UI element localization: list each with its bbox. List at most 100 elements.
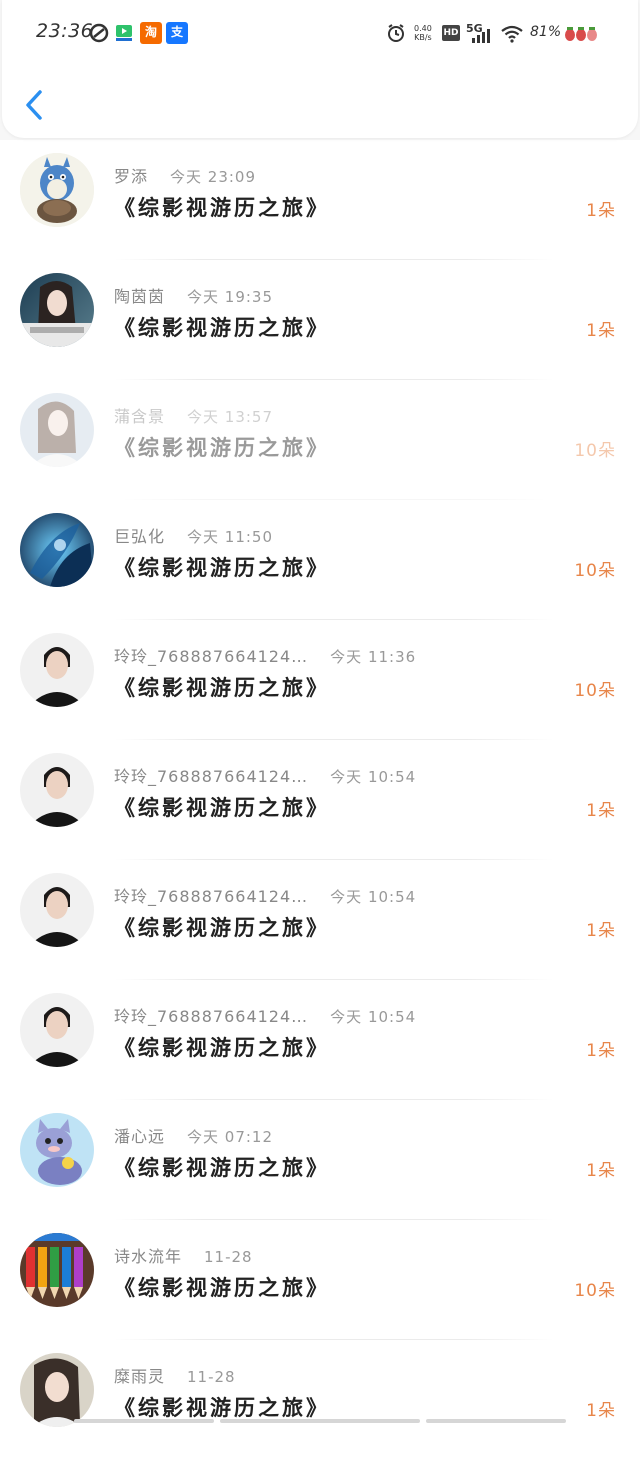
fantasy-avatar-image [20, 513, 94, 587]
record-time: 今天 13:57 [187, 408, 274, 426]
avatar[interactable] [20, 753, 94, 827]
book-title: 《综影视游历之旅》 [114, 1036, 330, 1060]
record-time: 今天 10:54 [330, 1008, 417, 1026]
avatar[interactable] [20, 1353, 94, 1427]
record-meta: 玲玲_768887664124… 今天 10:54 [114, 883, 416, 907]
list-item[interactable]: 玲玲_768887664124… 今天 10:54 《综影视游历之旅》 1朵 [0, 860, 640, 980]
gift-amount: 1朵 [586, 1161, 616, 1181]
book-title: 《综影视游历之旅》 [114, 1396, 330, 1420]
record-meta: 糜雨灵 11-28 [114, 1363, 236, 1387]
gift-amount: 1朵 [586, 1041, 616, 1061]
avatar[interactable] [20, 1113, 94, 1187]
gift-amount: 1朵 [586, 1401, 616, 1421]
avatar[interactable] [20, 873, 94, 947]
book-title: 《综影视游历之旅》 [114, 316, 330, 340]
avatar[interactable] [20, 273, 94, 347]
record-time: 今天 10:54 [330, 888, 417, 906]
alipay-app-icon: 支 [166, 22, 188, 44]
list-item[interactable]: 蒲含景 今天 13:57 《综影视游历之旅》 10朵 [0, 380, 640, 500]
user-name: 玲玲_768887664124… [114, 1007, 309, 1026]
gift-amount: 1朵 [586, 321, 616, 341]
net-speed-unit: KB/s [414, 33, 432, 42]
gift-amount: 1朵 [586, 201, 616, 221]
book-title: 《综影视游历之旅》 [114, 1276, 330, 1300]
portrait-avatar-image [20, 1353, 94, 1427]
alarm-icon [388, 24, 404, 42]
record-meta: 巨弘化 今天 11:50 [114, 523, 273, 547]
list-item[interactable]: 罗添 今天 23:09 《综影视游历之旅》 1朵 [0, 140, 640, 260]
portrait-avatar-image [20, 633, 94, 707]
record-time: 今天 23:09 [170, 168, 257, 186]
avatar[interactable] [20, 393, 94, 467]
hd-badge: HD [442, 25, 460, 41]
list-item[interactable]: 陶茵茵 今天 19:35 《综影视游历之旅》 1朵 [0, 260, 640, 380]
record-meta: 陶茵茵 今天 19:35 [114, 283, 273, 307]
list-item[interactable]: 潘心远 今天 07:12 《综影视游历之旅》 1朵 [0, 1100, 640, 1220]
book-title: 《综影视游历之旅》 [114, 796, 330, 820]
gift-amount: 10朵 [574, 441, 616, 461]
user-name: 玲玲_768887664124… [114, 887, 309, 906]
record-meta: 玲玲_768887664124… 今天 10:54 [114, 1003, 416, 1027]
list-item[interactable]: 玲玲_768887664124… 今天 10:54 《综影视游历之旅》 1朵 [0, 740, 640, 860]
list-item[interactable]: 糜雨灵 11-28 《综影视游历之旅》 1朵 [0, 1340, 640, 1460]
user-name: 罗添 [114, 167, 149, 186]
portrait-avatar-image [20, 753, 94, 827]
user-name: 玲玲_768887664124… [114, 647, 309, 666]
book-title: 《综影视游历之旅》 [114, 676, 330, 700]
record-time: 今天 19:35 [187, 288, 274, 306]
totoro-avatar-image [20, 153, 94, 227]
portrait-avatar-image [20, 993, 94, 1067]
book-title: 《综影视游历之旅》 [114, 556, 330, 580]
list-item[interactable]: 玲玲_768887664124… 今天 10:54 《综影视游历之旅》 1朵 [0, 980, 640, 1100]
gift-amount: 1朵 [586, 801, 616, 821]
portrait-avatar-image [20, 873, 94, 947]
status-bar: 23:36 淘 支 0.40 KB/s HD 5G 81% [0, 0, 640, 64]
record-time: 11-28 [204, 1248, 253, 1266]
avatar[interactable] [20, 633, 94, 707]
user-name: 巨弘化 [114, 527, 166, 546]
net-speed-value: 0.40 [414, 24, 432, 33]
user-name: 潘心远 [114, 1127, 166, 1146]
record-time: 11-28 [187, 1368, 236, 1386]
video-app-icon [116, 25, 132, 41]
book-title: 《综影视游历之旅》 [114, 196, 330, 220]
user-name: 陶茵茵 [114, 287, 166, 306]
user-name: 糜雨灵 [114, 1367, 166, 1386]
back-button[interactable] [18, 86, 52, 124]
gift-amount: 1朵 [586, 921, 616, 941]
cartoon-cat-avatar-image [20, 1113, 94, 1187]
bottom-indicator [220, 1419, 420, 1423]
avatar[interactable] [20, 153, 94, 227]
signal-icon [472, 29, 490, 43]
taobao-app-icon: 淘 [140, 22, 162, 44]
record-meta: 诗水流年 11-28 [114, 1243, 253, 1267]
list-item[interactable]: 诗水流年 11-28 《综影视游历之旅》 10朵 [0, 1220, 640, 1340]
portrait-avatar-image [20, 393, 94, 467]
record-meta: 玲玲_768887664124… 今天 11:36 [114, 643, 416, 667]
record-meta: 罗添 今天 23:09 [114, 163, 256, 187]
status-time: 23:36 [36, 20, 94, 42]
list-item[interactable]: 巨弘化 今天 11:50 《综影视游历之旅》 10朵 [0, 500, 640, 620]
record-meta: 玲玲_768887664124… 今天 10:54 [114, 763, 416, 787]
record-meta: 蒲含景 今天 13:57 [114, 403, 273, 427]
bottom-indicator [426, 1419, 566, 1423]
avatar[interactable] [20, 993, 94, 1067]
pencils-avatar-image [20, 1233, 94, 1307]
battery-strawberry-icon [565, 27, 597, 41]
avatar[interactable] [20, 513, 94, 587]
portrait-avatar-image [20, 273, 94, 347]
avatar[interactable] [20, 1233, 94, 1307]
bottom-indicator [74, 1419, 214, 1423]
book-title: 《综影视游历之旅》 [114, 1156, 330, 1180]
record-time: 今天 10:54 [330, 768, 417, 786]
shield-app-icon [89, 23, 109, 43]
wifi-icon [501, 25, 523, 43]
user-name: 诗水流年 [114, 1247, 183, 1266]
list-item[interactable]: 玲玲_768887664124… 今天 11:36 《综影视游历之旅》 10朵 [0, 620, 640, 740]
record-time: 今天 11:50 [187, 528, 274, 546]
user-name: 玲玲_768887664124… [114, 767, 309, 786]
record-time: 今天 11:36 [330, 648, 417, 666]
gift-amount: 10朵 [574, 561, 616, 581]
book-title: 《综影视游历之旅》 [114, 916, 330, 940]
net-speed: 0.40 KB/s [414, 24, 432, 42]
